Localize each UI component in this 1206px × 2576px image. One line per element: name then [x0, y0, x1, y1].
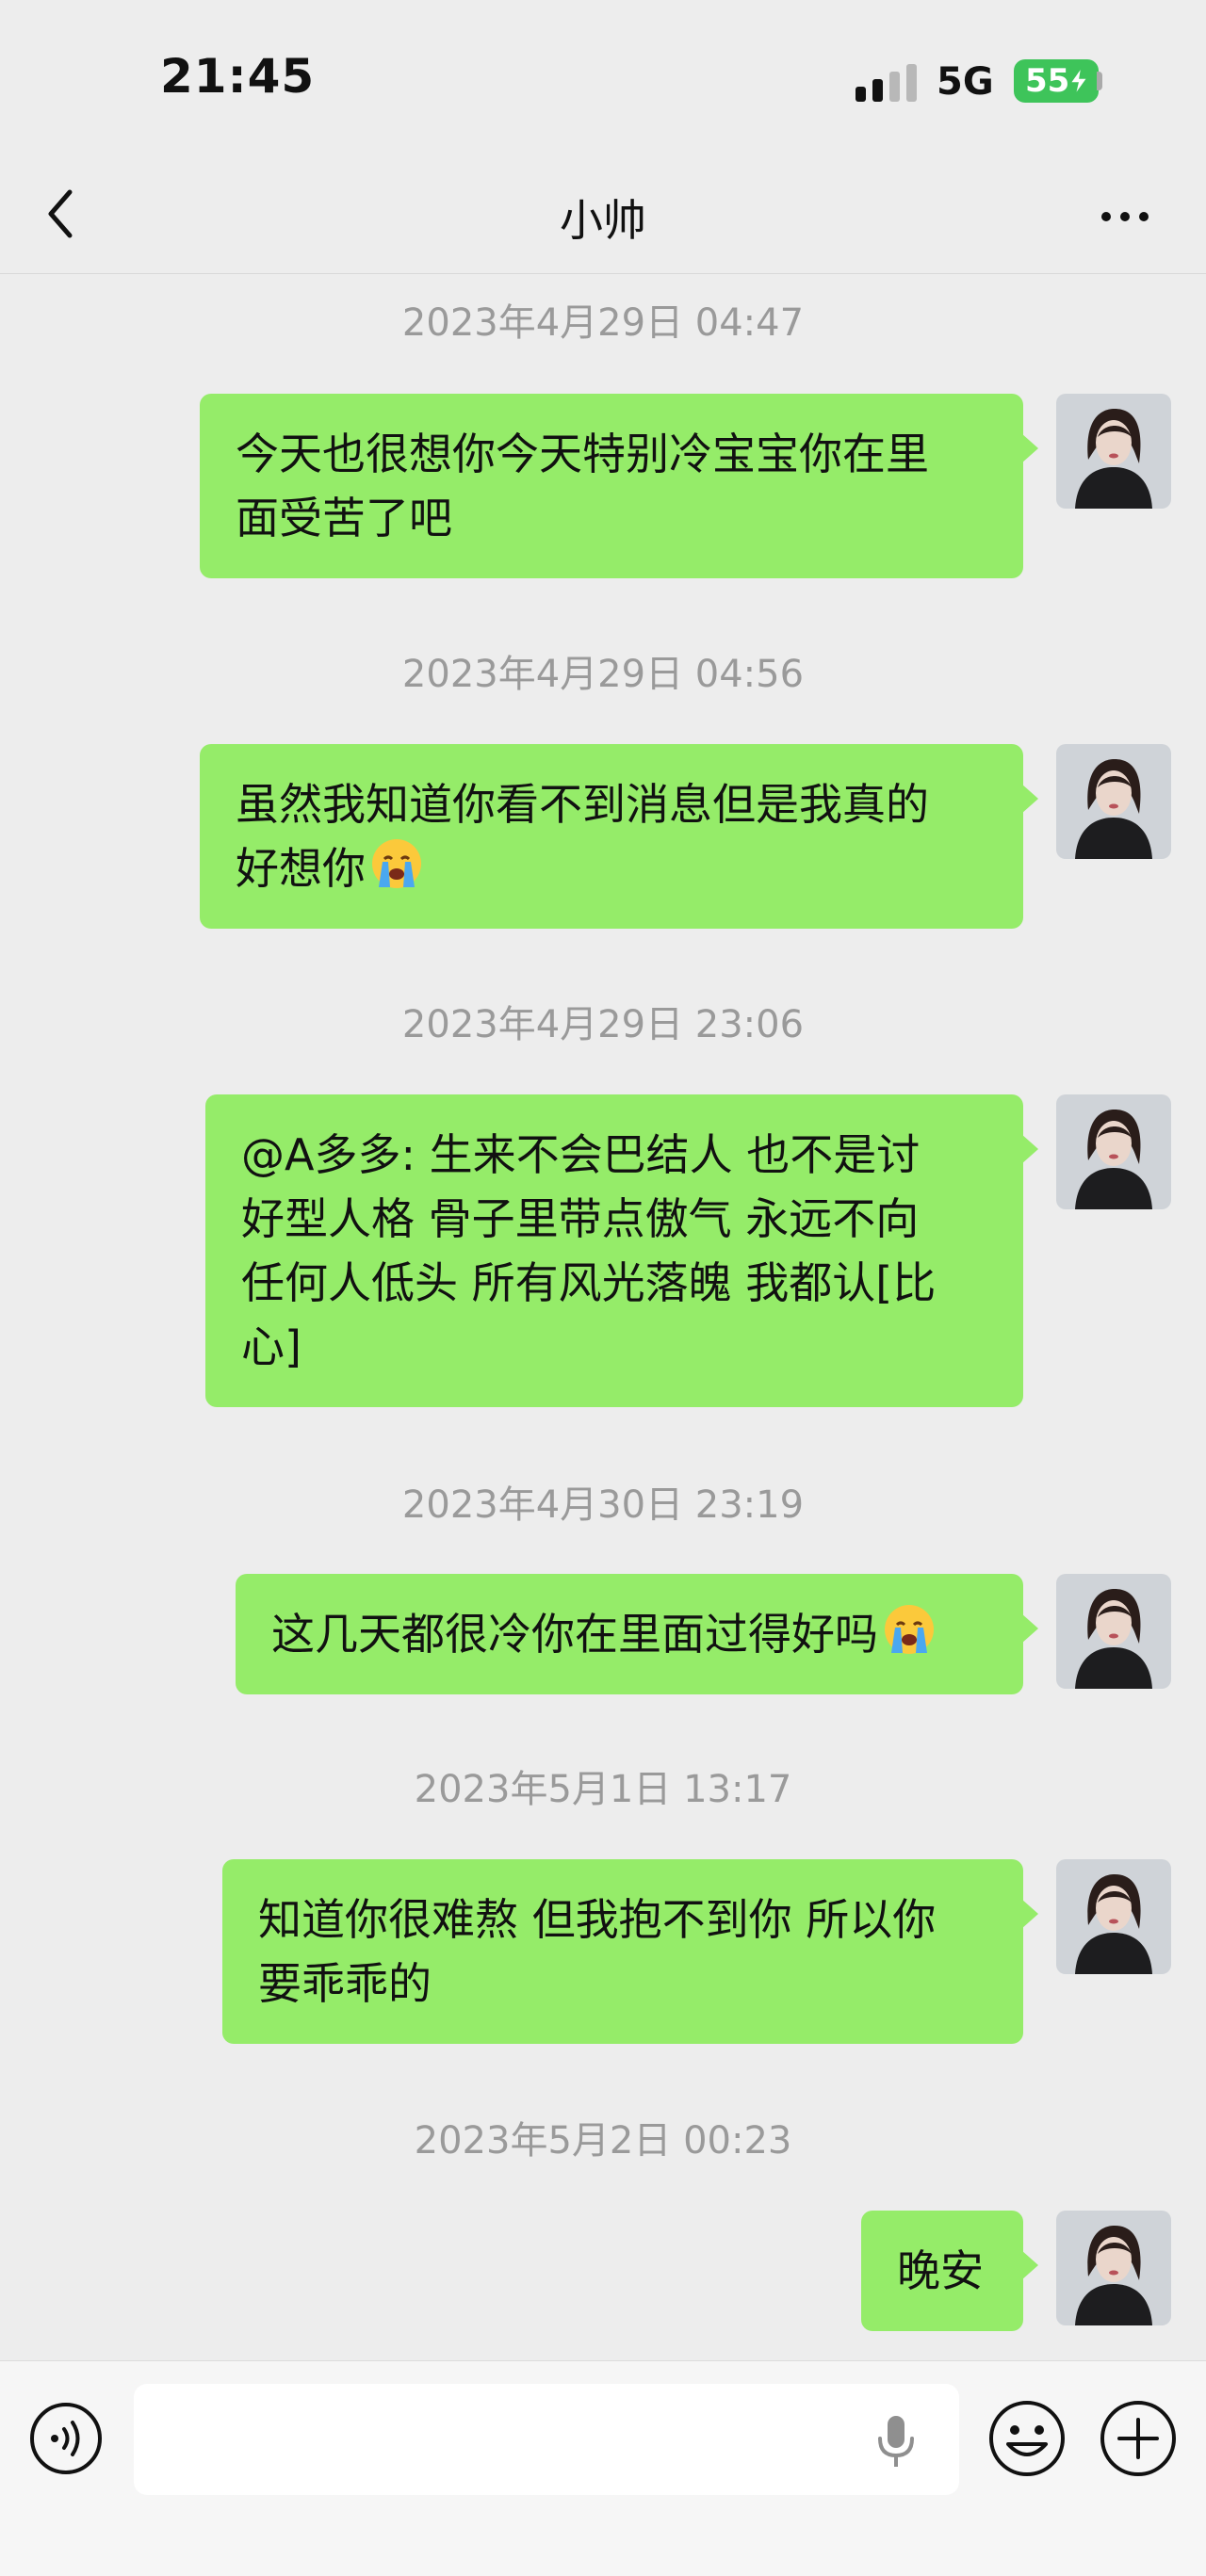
- emoji-icon[interactable]: [987, 2399, 1067, 2478]
- message-timestamp: 2023年4月30日 23:19: [401, 1483, 805, 1527]
- plus-icon[interactable]: [1099, 2399, 1178, 2478]
- message-timestamp: 2023年5月1日 13:17: [414, 1768, 792, 1811]
- message-text: 虽然我知道你看不到消息但是我真的 好想你: [236, 779, 929, 894]
- avatar-image: [1056, 394, 1171, 509]
- chat-title: 小帅: [560, 195, 646, 246]
- input-bar: [0, 2360, 1206, 2576]
- message-timestamp: 2023年4月29日 04:47: [401, 301, 805, 345]
- message-timestamp: 2023年4月29日 23:06: [401, 1003, 805, 1046]
- avatar-image: [1056, 744, 1171, 859]
- message-bubble[interactable]: 这几天都很冷你在里面过得好吗: [236, 1574, 1038, 1694]
- battery-level: 55: [1025, 62, 1070, 100]
- avatar[interactable]: [1056, 744, 1171, 859]
- status-time: 21:45: [160, 49, 316, 104]
- network-type: 5G: [937, 60, 994, 104]
- message-timestamp: 2023年4月29日 04:56: [401, 653, 805, 696]
- message-timestamp: 2023年5月2日 00:23: [414, 2119, 792, 2163]
- voice-mode-icon[interactable]: [28, 2401, 104, 2476]
- status-bar: 21:45 5G 55: [0, 0, 1206, 160]
- message-text: 晚安: [897, 2245, 984, 2296]
- avatar[interactable]: [1056, 1094, 1171, 1209]
- message-bubble[interactable]: @A多多: 生来不会巴结人 也不是讨 好型人格 骨子里带点傲气 永远不向 任何人…: [205, 1094, 1038, 1407]
- avatar[interactable]: [1056, 1859, 1171, 1974]
- message-bubble[interactable]: 晚安: [861, 2211, 1038, 2331]
- avatar-image: [1056, 2211, 1171, 2325]
- charging-bolt-icon: [1068, 66, 1089, 96]
- message-text: @A多多: 生来不会巴结人 也不是讨 好型人格 骨子里带点傲气 永远不向 任何人…: [241, 1129, 937, 1372]
- microphone-icon[interactable]: [874, 2412, 918, 2472]
- avatar-image: [1056, 1574, 1171, 1689]
- avatar-image: [1056, 1094, 1171, 1209]
- signal-icon: [856, 64, 920, 102]
- crying-face-icon: [885, 1605, 934, 1654]
- message-input[interactable]: [134, 2384, 959, 2495]
- more-dots-icon[interactable]: [1097, 188, 1153, 245]
- message-text: 这几天都很冷你在里面过得好吗: [271, 1609, 878, 1660]
- message-bubble[interactable]: 虽然我知道你看不到消息但是我真的 好想你: [200, 744, 1038, 929]
- avatar-image: [1056, 1859, 1171, 1974]
- avatar[interactable]: [1056, 394, 1171, 509]
- chat-header: 小帅: [0, 160, 1206, 274]
- message-bubble[interactable]: 知道你很难熬 但我抱不到你 所以你 要乖乖的: [222, 1859, 1038, 2044]
- battery-cap: [1097, 72, 1102, 90]
- message-bubble[interactable]: 今天也很想你今天特别冷宝宝你在里 面受苦了吧: [200, 394, 1038, 578]
- battery-indicator: 55: [1014, 59, 1099, 103]
- avatar[interactable]: [1056, 1574, 1171, 1689]
- avatar[interactable]: [1056, 2211, 1171, 2325]
- message-text: 知道你很难熬 但我抱不到你 所以你 要乖乖的: [258, 1894, 937, 2009]
- crying-face-icon: [372, 839, 421, 888]
- message-text: 今天也很想你今天特别冷宝宝你在里 面受苦了吧: [236, 429, 929, 543]
